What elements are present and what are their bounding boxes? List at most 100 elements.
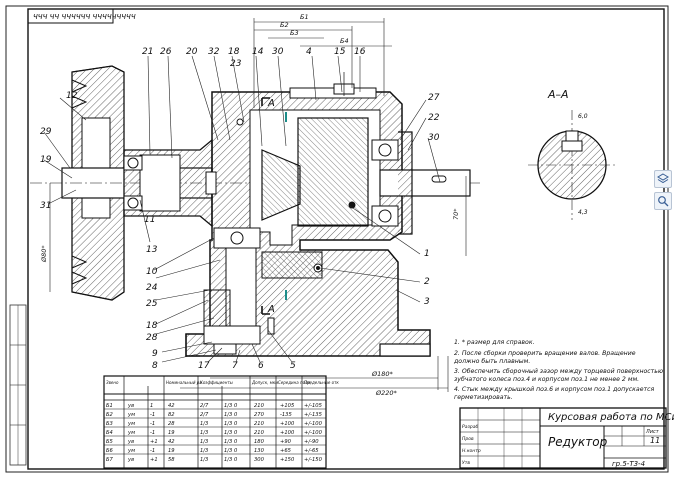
svg-text:Б4: Б4 [340, 37, 349, 45]
svg-text:16: 16 [354, 47, 366, 57]
cut-marker-top: A [267, 98, 275, 109]
cut-marker-bottom: A [267, 304, 275, 315]
svg-text:Б2: Б2 [280, 21, 289, 29]
table-cell: 19 [168, 448, 175, 454]
svg-text:30: 30 [428, 133, 440, 143]
table-cell: 19 [168, 430, 175, 436]
svg-text:15: 15 [334, 47, 346, 57]
svg-text:18: 18 [228, 47, 240, 57]
table-cell: +/-105 [304, 403, 323, 409]
svg-text:30: 30 [272, 47, 284, 57]
table-cell: 1/3 [224, 403, 232, 409]
table-cell: 1/3 [200, 430, 208, 436]
table-cell: 180 [254, 439, 265, 445]
table-cell: 28 [168, 421, 175, 427]
svg-text:5: 5 [290, 361, 296, 371]
svg-text:18: 18 [146, 321, 158, 331]
table-cell: +150 [280, 457, 295, 463]
table-cell: Б3 [106, 421, 113, 427]
table-cell: 58 [168, 457, 175, 463]
svg-text:21: 21 [142, 47, 153, 57]
svg-text:Ø180*: Ø180* [371, 370, 394, 378]
svg-text:2: 2 [424, 277, 430, 287]
svg-text:зубчатого колеса поз.4 и корпу: зубчатого колеса поз.4 и корпусом поз.1 … [454, 375, 639, 383]
sheet-number: 11 [650, 436, 660, 445]
svg-text:4,3: 4,3 [578, 209, 588, 216]
svg-text:20: 20 [186, 47, 198, 57]
svg-text:Ø80*: Ø80* [40, 245, 48, 263]
svg-text:A–A: A–A [547, 88, 569, 101]
svg-text:Ø220*: Ø220* [375, 389, 398, 397]
search-icon[interactable] [654, 192, 672, 210]
table-cell: -1 [150, 421, 155, 427]
table-cell: 1/3 [224, 457, 232, 463]
layers-icon[interactable] [654, 170, 672, 188]
corner-stamp: ЧЧЧ ЧЧ ЧЧЧЧЧЧ ЧЧЧЧЧЧЧЧЧ [33, 13, 136, 21]
table-header: Допуск, мкм [251, 380, 278, 385]
course-project-title: Курсовая работа по МСиС [548, 411, 674, 423]
part-name: Редуктор [548, 435, 608, 449]
table-cell: Б7 [106, 457, 114, 463]
table-cell: 1 [150, 403, 153, 409]
svg-text:должно быть плавным.: должно быть плавным. [453, 357, 530, 365]
table-cell: ум [127, 448, 135, 454]
table-cell: 1/3 [200, 448, 208, 454]
sheet-label: Лист [645, 429, 660, 435]
table-cell: 1/3 [224, 421, 232, 427]
table-cell: 300 [254, 457, 265, 463]
table-cell: ув [127, 457, 134, 463]
table-cell: ум [127, 421, 135, 427]
table-cell: ув [127, 403, 134, 409]
table-cell: ув [127, 439, 134, 445]
svg-text:4. Стык между крышкой поз.6 и: 4. Стык между крышкой поз.6 и корпусом п… [454, 386, 655, 393]
table-cell: 42 [168, 439, 175, 445]
table-cell: +/-135 [304, 412, 323, 418]
svg-text:9: 9 [152, 349, 158, 359]
table-header: Коэффициенты [200, 380, 233, 385]
table-cell: +/-150 [304, 457, 323, 463]
table-cell: 82 [168, 412, 175, 418]
table-cell: 1/3 [200, 457, 208, 463]
svg-text:8: 8 [152, 361, 158, 371]
table-cell: +/-100 [304, 421, 323, 427]
table-cell: -1 [150, 412, 155, 418]
table-cell: +105 [280, 403, 295, 409]
svg-text:23: 23 [230, 59, 242, 69]
table-cell: ум [127, 430, 135, 436]
table-cell: Б1 [106, 403, 113, 409]
table-cell: 1/3 [200, 421, 208, 427]
svg-text:24: 24 [146, 283, 158, 293]
table-cell: +100 [280, 430, 295, 436]
svg-text:1: 1 [424, 249, 430, 259]
svg-text:6,0: 6,0 [578, 113, 588, 120]
table-cell: 1/3 [224, 448, 232, 454]
table-cell: 1/3 [224, 412, 232, 418]
svg-text:14: 14 [252, 47, 264, 57]
table-cell: 1/3 [224, 430, 232, 436]
table-cell: +/-100 [304, 430, 323, 436]
table-cell: 210 [254, 403, 265, 409]
svg-text:70*: 70* [452, 208, 460, 220]
svg-text:19: 19 [40, 155, 52, 165]
table-cell: Б4 [106, 430, 113, 436]
svg-text:22: 22 [428, 113, 440, 123]
svg-text:13: 13 [146, 245, 158, 255]
drawing-sheet: ЧЧЧ ЧЧ ЧЧЧЧЧЧ ЧЧЧЧЧЧЧЧЧ Б1 Б2 Б3 Б4 70* … [5, 5, 674, 473]
table-cell: +100 [280, 421, 295, 427]
table-cell: 130 [254, 448, 265, 454]
table-cell: -135 [280, 412, 292, 418]
table-cell: +/-90 [304, 439, 319, 445]
table-cell: +/-65 [304, 448, 319, 454]
svg-text:29: 29 [40, 127, 52, 137]
svg-text:3. Обеспечить сборочный зазор: 3. Обеспечить сборочный зазор между торц… [454, 367, 663, 375]
table-header: Предельные отк [304, 380, 339, 385]
table-cell: 42 [168, 403, 175, 409]
svg-text:Н.контр: Н.контр [462, 448, 481, 454]
table-cell: -1 [150, 448, 155, 454]
svg-text:Разраб: Разраб [462, 424, 478, 430]
svg-text:27: 27 [428, 93, 440, 103]
table-cell: +65 [280, 448, 292, 454]
table-cell: 270 [254, 412, 265, 418]
svg-text:6: 6 [258, 361, 264, 371]
svg-text:25: 25 [146, 299, 158, 309]
